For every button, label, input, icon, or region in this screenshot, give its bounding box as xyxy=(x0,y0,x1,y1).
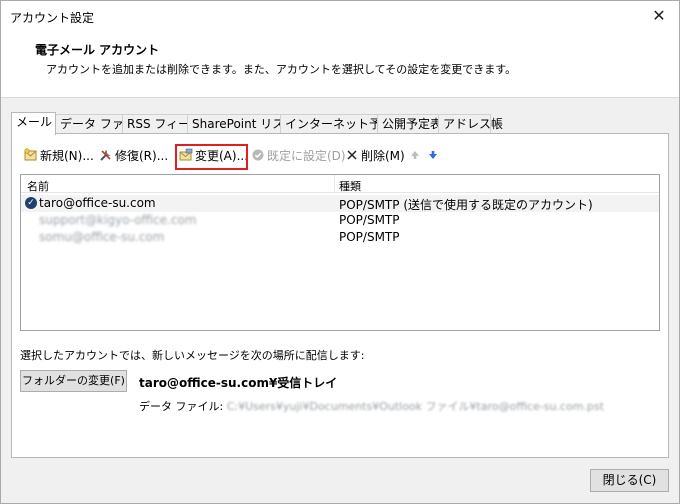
table-row[interactable]: support@kigyo-office.com POP/SMTP xyxy=(21,212,659,229)
change-folder-button[interactable]: フォルダーの変更(F) xyxy=(20,370,127,392)
move-down-arrow-icon xyxy=(426,148,440,162)
new-button[interactable]: 新規(N)... xyxy=(24,147,94,165)
repair-tools-icon xyxy=(99,148,113,162)
tab-internet-calendars[interactable]: インターネット予定表 xyxy=(280,114,405,134)
account-type: POP/SMTP xyxy=(339,230,400,244)
delivery-description: 選択したアカウントでは、新しいメッセージを次の場所に配信します: xyxy=(20,349,365,362)
header-title: 電子メール アカウント xyxy=(35,43,160,57)
move-up-arrow-icon xyxy=(408,148,422,162)
data-file-label: データ ファイル: xyxy=(139,400,224,413)
tab-sharepoint-lists[interactable]: SharePoint リスト xyxy=(187,114,296,134)
account-name: somu@office-su.com xyxy=(39,230,165,244)
account-list-header: 名前 種類 xyxy=(21,175,659,193)
data-file-path: C:¥Users¥yuji¥Documents¥Outlook ファイル¥tar… xyxy=(226,400,604,413)
column-divider[interactable] xyxy=(334,175,335,193)
tab-rss-feeds[interactable]: RSS フィード xyxy=(122,114,202,134)
repair-label: 修復(R)... xyxy=(115,149,169,163)
tab-address-books[interactable]: アドレス帳 xyxy=(438,114,503,134)
tab-data-files[interactable]: データ ファイル xyxy=(55,114,148,134)
account-name: support@kigyo-office.com xyxy=(39,213,197,227)
account-list[interactable]: 名前 種類 ✓ taro@office-su.com POP/SMTP (送信で… xyxy=(20,174,660,331)
check-circle-icon xyxy=(251,148,265,162)
set-default-label: 既定に設定(D) xyxy=(267,149,346,163)
repair-button[interactable]: 修復(R)... xyxy=(99,147,168,165)
tab-published-calendars[interactable]: 公開予定表 xyxy=(377,114,442,134)
move-up-button[interactable] xyxy=(408,147,424,165)
dialog-header: 電子メール アカウント アカウントを追加または削除できます。また、アカウントを選… xyxy=(1,31,679,98)
new-account-icon xyxy=(24,148,38,162)
account-name: taro@office-su.com xyxy=(39,196,156,210)
close-icon[interactable]: ✕ xyxy=(649,6,669,26)
set-default-button[interactable]: 既定に設定(D) xyxy=(251,147,346,165)
move-down-button[interactable] xyxy=(426,147,442,165)
account-settings-window: アカウント設定 ✕ 電子メール アカウント アカウントを追加または削除できます。… xyxy=(0,0,680,504)
change-button-highlight xyxy=(175,144,248,170)
delete-label: 削除(M) xyxy=(361,149,405,163)
default-account-check-icon: ✓ xyxy=(25,197,37,209)
account-type: POP/SMTP (送信で使用する既定のアカウント) xyxy=(339,198,593,212)
delivery-folder-path: taro@office-su.com¥受信トレイ xyxy=(139,376,338,390)
table-row[interactable]: ✓ taro@office-su.com POP/SMTP (送信で使用する既定… xyxy=(21,195,659,212)
delete-x-icon xyxy=(345,148,359,162)
tab-mail[interactable]: メール xyxy=(11,112,56,135)
data-file-info: データ ファイル: C:¥Users¥yuji¥Documents¥Outloo… xyxy=(139,398,604,414)
table-row[interactable]: somu@office-su.com POP/SMTP xyxy=(21,229,659,246)
title-bar: アカウント設定 ✕ xyxy=(1,1,679,31)
delete-button[interactable]: 削除(M) xyxy=(345,147,405,165)
window-title: アカウント設定 xyxy=(10,11,95,25)
new-label: 新規(N)... xyxy=(40,149,94,163)
account-type: POP/SMTP xyxy=(339,213,400,227)
close-button[interactable]: 閉じる(C) xyxy=(590,469,669,492)
header-subtitle: アカウントを追加または削除できます。また、アカウントを選択してその設定を変更でき… xyxy=(46,63,517,76)
mail-tab-panel: 新規(N)... 修復(R)... 変更(A)... 既定に設定(D) 削除(M… xyxy=(11,133,669,458)
column-header-name[interactable]: 名前 xyxy=(27,178,49,194)
account-toolbar: 新規(N)... 修復(R)... 変更(A)... 既定に設定(D) 削除(M… xyxy=(20,144,660,170)
column-header-type[interactable]: 種類 xyxy=(339,178,361,194)
